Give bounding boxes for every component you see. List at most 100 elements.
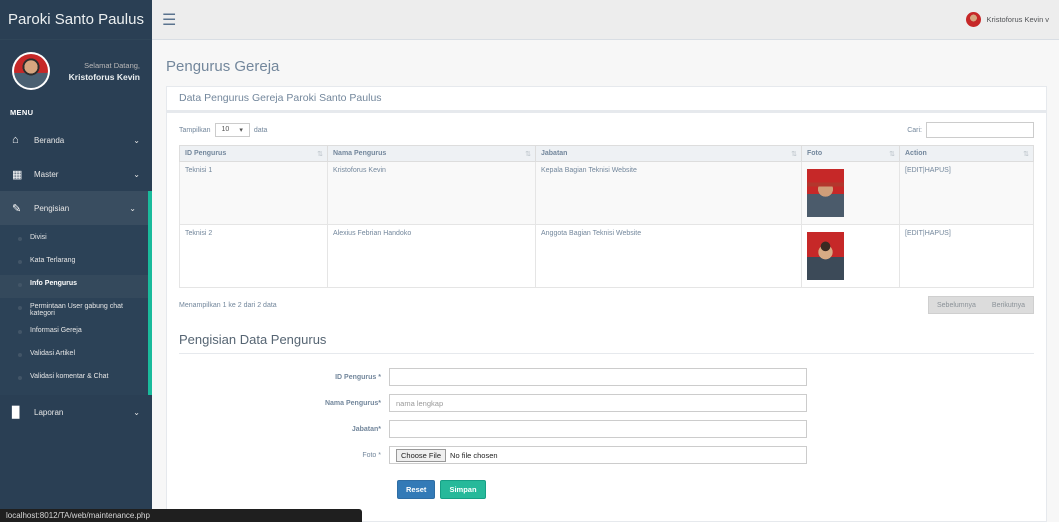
submenu-item-info-pengurus[interactable]: Info Pengurus (0, 275, 148, 298)
submenu-item-validasi-komentar[interactable]: Validasi komentar & Chat (0, 368, 148, 391)
page-length-value: 10 (221, 126, 230, 133)
sidebar-item-label: Pengisian (34, 203, 70, 213)
sort-icon: ⇅ (317, 151, 323, 158)
panel-title: Data Pengurus Gereja Paroki Santo Paulus (166, 86, 1047, 112)
home-icon: ⌂ (12, 134, 19, 146)
prev-page-button[interactable]: Sebelumnya (937, 302, 976, 309)
sidebar-item-beranda[interactable]: ⌂ Beranda ⌄ (0, 123, 152, 157)
submenu-item-informasi-gereja[interactable]: Informasi Gereja (0, 322, 148, 345)
cell-nama: Alexius Febrian Handoko (327, 224, 536, 288)
jabatan-label: Jabatan* (351, 425, 381, 433)
submenu-label: Informasi Gereja (30, 327, 82, 334)
cell-id: Teknisi 2 (179, 224, 328, 288)
table-row: Teknisi 2 Alexius Febrian Handoko Anggot… (179, 224, 1034, 288)
cell-nama: Kristoforus Kevin (327, 161, 536, 225)
user-avatar (965, 12, 981, 27)
next-page-button[interactable]: Berikutnya (992, 302, 1025, 309)
sidebar-item-pengisian[interactable]: ✎ Pengisian ⌄ (0, 191, 152, 225)
reset-button[interactable]: Reset (397, 480, 436, 499)
bar-chart-icon: ▉ (12, 406, 21, 419)
column-header-foto[interactable]: Foto ⇅ (801, 145, 900, 162)
chevron-down-icon: ⌄ (133, 407, 140, 417)
choose-file-button[interactable]: Choose File (396, 448, 447, 462)
pengurus-photo (807, 232, 844, 280)
page-length-select[interactable]: 10 ▾ (214, 123, 250, 137)
submenu-item-validasi-artikel[interactable]: Validasi Artikel (0, 345, 148, 368)
column-header-nama[interactable]: Nama Pengurus ⇅ (327, 145, 536, 162)
sort-icon: ⇅ (525, 151, 531, 158)
sidebar: Paroki Santo Paulus Selamat Datang, Kris… (0, 0, 152, 522)
foto-file-input[interactable]: Choose File No file chosen (389, 446, 807, 464)
sort-icon: ⇅ (1023, 151, 1029, 158)
bullet-icon (18, 260, 22, 264)
user-name: Kristoforus Kevin (986, 15, 1044, 24)
show-label: Tampilkan (179, 126, 211, 134)
submenu-label: Permintaan User gabung chat kategori (30, 303, 123, 317)
submenu-label: Divisi (30, 234, 47, 241)
bullet-icon (18, 376, 22, 380)
table-row: Teknisi 1 Kristoforus Kevin Kepala Bagia… (179, 161, 1034, 225)
chevron-down-icon: ⌄ (133, 135, 140, 145)
jabatan-input[interactable] (389, 420, 807, 438)
chevron-down-icon: ⌄ (133, 169, 140, 179)
column-header-jabatan[interactable]: Jabatan ⇅ (535, 145, 802, 162)
profile-panel: Selamat Datang, Kristoforus Kevin (0, 40, 152, 102)
chevron-down-icon: ⌄ (129, 203, 136, 213)
submenu-label: Info Pengurus (30, 280, 78, 287)
id-label: ID Pengurus * (335, 373, 381, 381)
sidebar-item-laporan[interactable]: ▉ Laporan ⌄ (0, 395, 152, 429)
submenu-item-divisi[interactable]: Divisi (0, 229, 148, 252)
bullet-icon (18, 306, 22, 310)
column-header-action[interactable]: Action ⇅ (899, 145, 1034, 162)
sidebar-item-label: Laporan (34, 407, 64, 417)
data-panel: Tampilkan 10 ▾ data Cari: ID Pengurus ⇅ Na… (166, 112, 1047, 522)
select-caret-icon: ▾ (239, 127, 243, 134)
column-header-id[interactable]: ID Pengurus ⇅ (179, 145, 328, 162)
foto-label: Foto * (362, 451, 381, 459)
bullet-icon (18, 283, 22, 287)
pengurus-table: ID Pengurus ⇅ Nama Pengurus ⇅ Jabatan ⇅ Fot… (179, 145, 1034, 288)
submenu-label: Validasi komentar & Chat (30, 373, 109, 380)
table-icon: ▦ (12, 168, 23, 181)
nama-pengurus-input[interactable]: nama lengkap (389, 394, 807, 412)
submenu-label: Kata Terlarang (30, 257, 76, 264)
top-navbar: ☰ Kristoforus Kevin v (152, 0, 1059, 40)
menu-toggle-icon[interactable]: ☰ (162, 10, 176, 30)
edit-icon: ✎ (12, 202, 22, 215)
no-file-text: No file chosen (450, 450, 498, 460)
avatar (12, 52, 50, 90)
status-bar-url: localhost:8012/TA/web/maintenance.php (0, 509, 362, 522)
cell-jabatan: Anggota Bagian Teknisi Website (535, 224, 802, 288)
pengurus-photo (807, 169, 844, 217)
menu-title: MENU (10, 108, 34, 117)
sort-icon: ⇅ (791, 151, 797, 158)
submenu-label: Validasi Artikel (30, 350, 76, 357)
bullet-icon (18, 330, 22, 334)
cell-action[interactable]: [EDIT|HAPUS] (899, 224, 1034, 288)
id-pengurus-input[interactable] (389, 368, 807, 386)
brand-title[interactable]: Paroki Santo Paulus (0, 0, 152, 40)
bullet-icon (18, 237, 22, 241)
pengurus-form: ID Pengurus * Nama Pengurus* nama lengka… (179, 366, 1034, 499)
search-input[interactable] (926, 122, 1034, 138)
nama-label: Nama Pengurus* (324, 399, 381, 407)
submenu-pengisian: Divisi Kata Terlarang Info Pengurus Perm… (0, 225, 152, 395)
greeting-text: Selamat Datang, (84, 60, 140, 70)
cell-action[interactable]: [EDIT|HAPUS] (899, 161, 1034, 225)
sidebar-item-label: Master (34, 169, 59, 179)
pagination: Sebelumnya Berikutnya (928, 296, 1034, 314)
bullet-icon (18, 353, 22, 357)
submenu-item-kata-terlarang[interactable]: Kata Terlarang (0, 252, 148, 275)
chevron-down-icon: v (1045, 15, 1049, 24)
cell-foto (801, 161, 900, 225)
cell-foto (801, 224, 900, 288)
data-label: data (253, 126, 268, 134)
user-dropdown[interactable]: Kristoforus Kevin v (965, 12, 1049, 27)
sidebar-item-master[interactable]: ▦ Master ⌄ (0, 157, 152, 191)
cell-id: Teknisi 1 (179, 161, 328, 225)
search-label: Cari: (907, 126, 922, 134)
simpan-button[interactable]: Simpan (440, 480, 486, 499)
form-title: Pengisian Data Pengurus (179, 332, 1034, 354)
submenu-item-permintaan-user[interactable]: Permintaan User gabung chat kategori (0, 298, 148, 322)
table-info: Menampilkan 1 ke 2 dari 2 data (179, 301, 277, 309)
